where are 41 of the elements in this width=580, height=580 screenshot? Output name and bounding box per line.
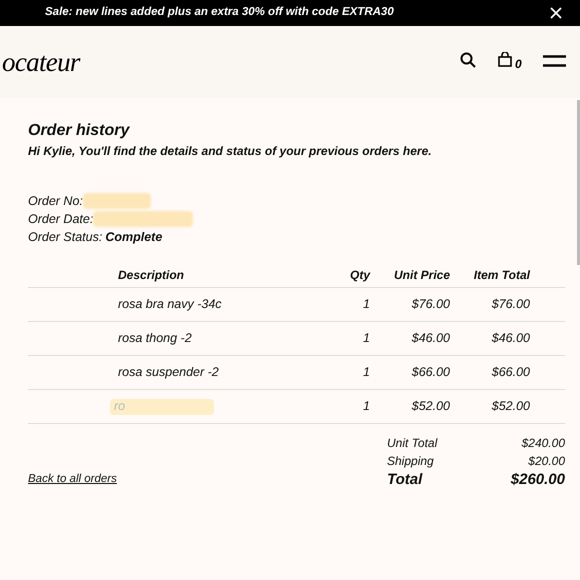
table-cell-text: 1 [362, 330, 370, 348]
table-cell-text: $76.00 [410, 296, 450, 314]
intro-text: Hi Kylie, You'll find the details and status of your previous orders here. [28, 143, 433, 160]
table-cell-text: 1 [362, 364, 370, 382]
page-title: Order history [28, 121, 131, 141]
total-value: $240.00 [522, 435, 565, 452]
redaction-mark [82, 193, 151, 209]
table-cell-text: $76.00 [490, 296, 530, 314]
search-icon[interactable] [460, 52, 476, 68]
cart-count: 0 [515, 56, 522, 73]
column-header: Description [117, 266, 186, 284]
column-header: Item Total [472, 266, 530, 284]
total-label: Shipping [387, 453, 434, 470]
table-cell-text: rosa bra navy -34c [118, 296, 222, 314]
table-cell-text: $46.00 [490, 330, 530, 348]
close-icon[interactable] [550, 7, 562, 19]
table-cell-text: $46.00 [410, 330, 450, 348]
order-info-label: Order Date: [28, 210, 94, 228]
total-value: $20.00 [528, 453, 565, 470]
brand-logo[interactable]: ocateur [2, 42, 80, 82]
table-cell-text: rosa suspender -2 [118, 364, 219, 382]
table-cell-text: $52.00 [490, 398, 530, 416]
total-label: Unit Total [387, 435, 438, 452]
back-link[interactable]: Back to all orders [28, 470, 117, 488]
order-info-value: Complete [105, 228, 162, 246]
order-info-label: Order No: [28, 192, 83, 210]
column-header: Qty [348, 266, 370, 284]
order-info-label: Order Status: [28, 228, 102, 246]
total-label: Total [387, 470, 422, 490]
total-value: $260.00 [510, 470, 565, 490]
column-header: Unit Price [392, 266, 450, 284]
table-cell-text: $66.00 [410, 364, 450, 382]
shopping-bag-icon[interactable] [498, 52, 512, 67]
table-cell-text: rosa thong -2 [118, 330, 192, 348]
table-cell-text: $66.00 [490, 364, 530, 382]
table-cell-text: $52.00 [410, 398, 450, 416]
menu-icon[interactable] [543, 55, 566, 67]
table-cell-text: 1 [362, 398, 370, 416]
table-cell-text: 1 [362, 296, 370, 314]
table-cell-text: ro [113, 398, 126, 416]
promo-text: Sale: new lines added plus an extra 30% off with code EXTRA30 [45, 5, 394, 20]
